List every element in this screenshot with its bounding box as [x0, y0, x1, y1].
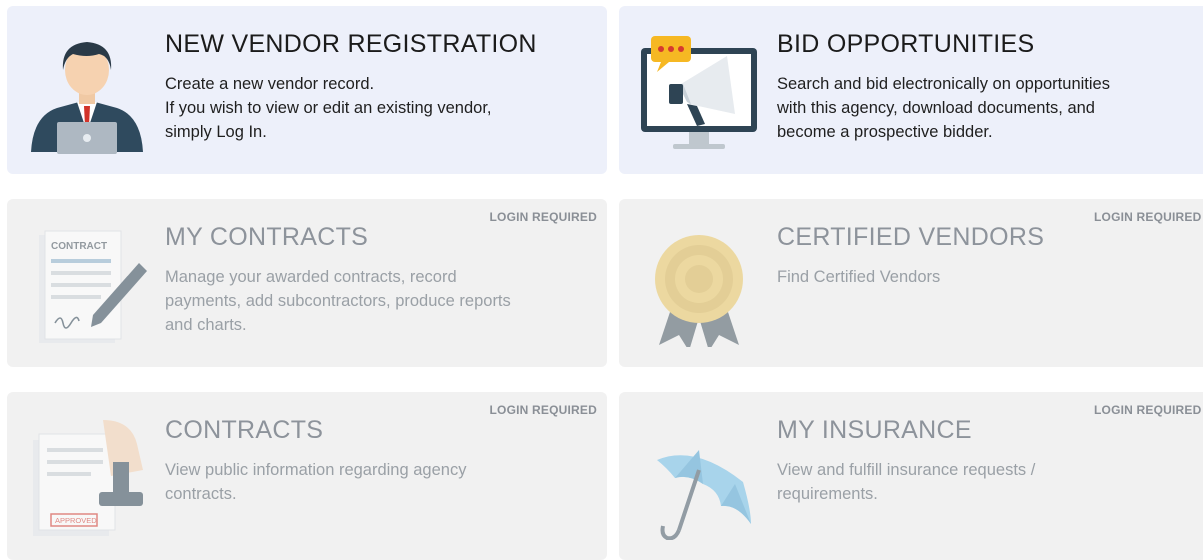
approved-stamp-icon: APPROVED: [27, 420, 147, 540]
card-description: View public information regarding agency…: [165, 461, 467, 503]
card-description: Find Certified Vendors: [777, 268, 941, 286]
card-title: CONTRACTS: [165, 416, 324, 444]
card-description: View and fulfill insurance requests / re…: [777, 461, 1036, 503]
card-bid-opportunities[interactable]: BID OPPORTUNITIES Search and bid electro…: [619, 6, 1203, 174]
contract-pen-icon: CONTRACT: [27, 227, 147, 347]
award-seal-icon: [639, 227, 759, 351]
card-description: Search and bid electronically on opportu…: [777, 75, 1110, 141]
card-my-contracts[interactable]: CONTRACT LOGIN REQUIRED MY CONTRACTS Man…: [7, 199, 607, 367]
card-new-vendor-registration[interactable]: NEW VENDOR REGISTRATION Create a new ven…: [7, 6, 607, 174]
login-required-badge: LOGIN REQUIRED: [489, 403, 597, 417]
megaphone-monitor-icon: [639, 34, 759, 154]
login-required-badge: LOGIN REQUIRED: [489, 210, 597, 224]
contract-text: CONTRACT: [51, 241, 107, 252]
card-contracts[interactable]: APPROVED LOGIN REQUIRED CONTRACTS View p…: [7, 392, 607, 560]
card-title: MY CONTRACTS: [165, 223, 369, 251]
umbrella-icon: [639, 420, 759, 541]
businessman-laptop-icon: [27, 34, 147, 154]
card-title: MY INSURANCE: [777, 416, 972, 444]
card-description: Manage your awarded contracts, record pa…: [165, 268, 511, 334]
approved-text: APPROVED: [55, 516, 97, 525]
card-my-insurance[interactable]: LOGIN REQUIRED MY INSURANCE View and ful…: [619, 392, 1203, 560]
card-description: Create a new vendor record. If you wish …: [165, 75, 492, 141]
login-required-badge: LOGIN REQUIRED: [1094, 210, 1202, 224]
card-title: CERTIFIED VENDORS: [777, 223, 1045, 251]
login-required-badge: LOGIN REQUIRED: [1094, 403, 1202, 417]
card-title: BID OPPORTUNITIES: [777, 30, 1035, 58]
card-certified-vendors[interactable]: LOGIN REQUIRED CERTIFIED VENDORS Find Ce…: [619, 199, 1203, 367]
card-title: NEW VENDOR REGISTRATION: [165, 30, 537, 58]
